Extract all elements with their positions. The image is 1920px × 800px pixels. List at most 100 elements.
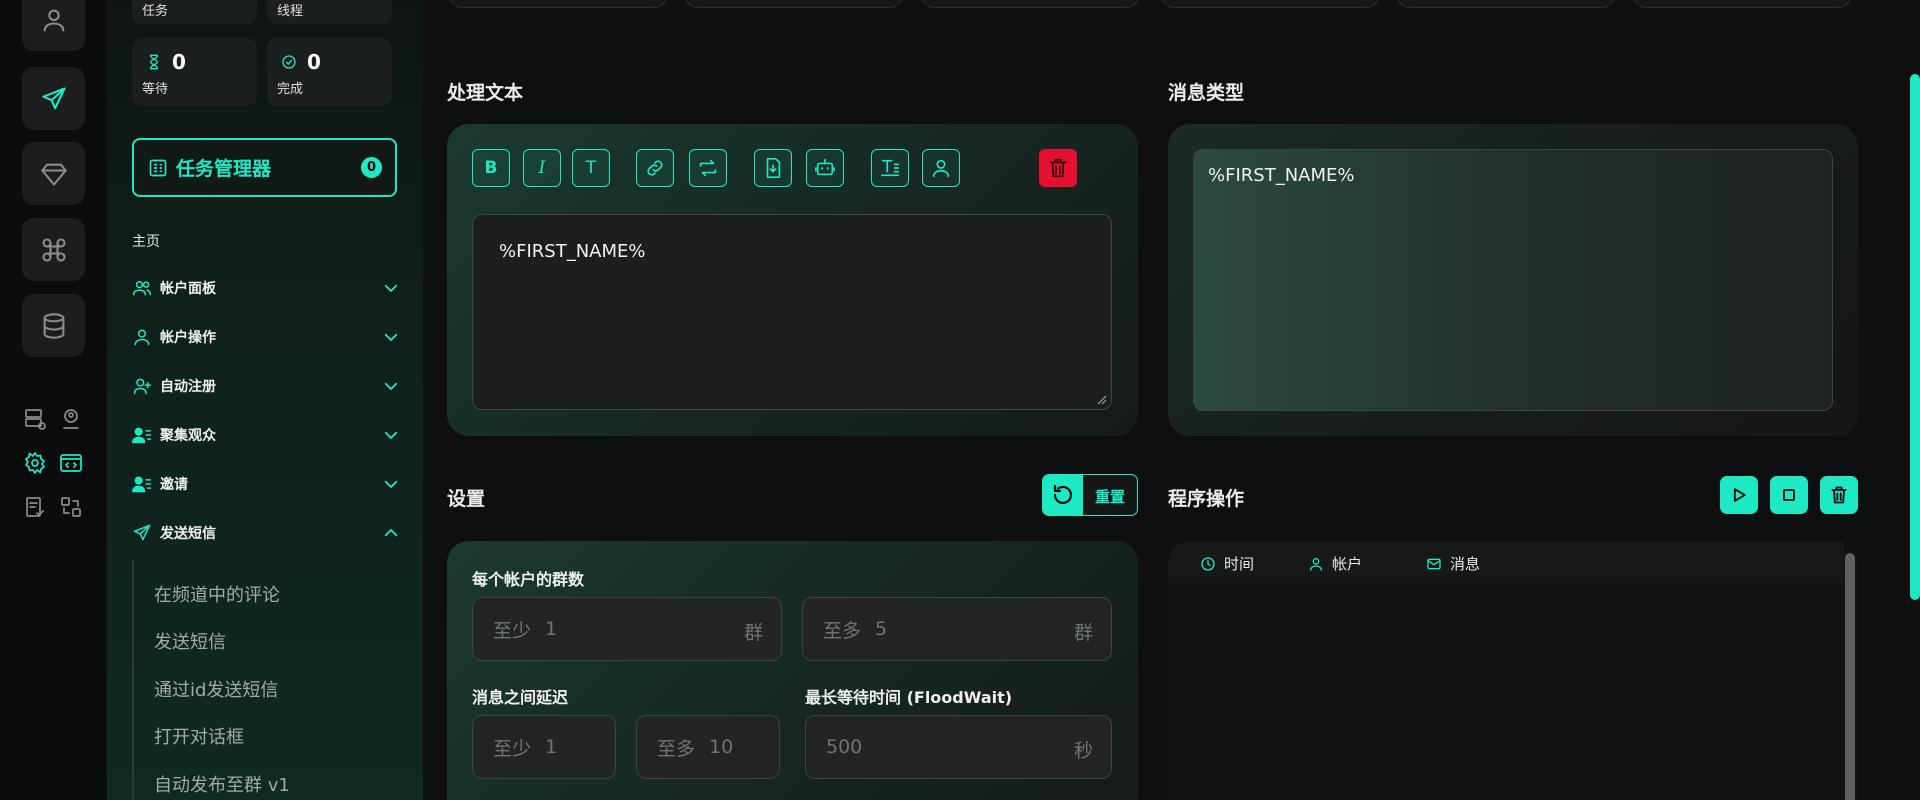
swap-icon bbox=[61, 497, 81, 517]
file-check-button[interactable] bbox=[22, 494, 48, 520]
stop-button[interactable] bbox=[1770, 476, 1808, 514]
task-manager-button[interactable]: 任务管理器 0 bbox=[132, 138, 397, 197]
clear-log-button[interactable] bbox=[1820, 476, 1858, 514]
message-type-title: 消息类型 bbox=[1168, 82, 1245, 104]
text-format-icon bbox=[880, 159, 900, 177]
groups-min-input[interactable]: 至少 1 群 bbox=[472, 597, 782, 661]
log-table-header: 时间 帐户 消息 bbox=[1168, 541, 1844, 583]
preview-content: %FIRST_NAME% bbox=[1208, 165, 1355, 186]
submenu-item[interactable]: 打开对话框 bbox=[154, 723, 244, 749]
reset-button[interactable]: 重置 bbox=[1042, 474, 1138, 516]
chevron-down-icon bbox=[384, 431, 398, 439]
delay-max-input[interactable]: 至多 10 bbox=[636, 715, 780, 779]
nav-item-label: 帐户面板 bbox=[160, 281, 216, 297]
nav-item-label: 聚集观众 bbox=[160, 428, 216, 444]
delay-label: 消息之间延迟 bbox=[472, 688, 569, 707]
chevron-up-icon bbox=[384, 529, 398, 537]
trash-icon bbox=[1831, 486, 1847, 504]
settings-button[interactable] bbox=[22, 450, 48, 476]
reset-label: 重置 bbox=[1095, 488, 1126, 506]
hourglass-icon bbox=[149, 54, 159, 70]
input-prefix: 至少 bbox=[493, 737, 532, 760]
column-message[interactable]: 消息 bbox=[1426, 553, 1480, 574]
input-value: 1 bbox=[545, 618, 558, 640]
stop-icon bbox=[1783, 489, 1795, 501]
page-scrollbar[interactable] bbox=[1910, 74, 1920, 600]
diamond-nav-button[interactable] bbox=[22, 142, 85, 205]
gear-icon bbox=[25, 452, 45, 474]
nav-item-account-panel[interactable]: 帐户面板 bbox=[132, 275, 400, 301]
nav-item-gather-audience[interactable]: 聚集观众 bbox=[132, 422, 400, 448]
italic-button[interactable]: I bbox=[523, 149, 561, 187]
message-text-editor[interactable]: %FIRST_NAME% bbox=[472, 214, 1112, 410]
database-nav-button[interactable] bbox=[22, 294, 85, 357]
groups-max-input[interactable]: 至多 5 群 bbox=[802, 597, 1112, 661]
nav-item-account-ops[interactable]: 帐户操作 bbox=[132, 324, 400, 350]
column-label: 帐户 bbox=[1332, 555, 1363, 573]
text-format-button[interactable] bbox=[871, 149, 909, 187]
stat-label: 任务 bbox=[142, 4, 169, 19]
nav-item-send-sms[interactable]: 发送短信 bbox=[132, 520, 400, 546]
stat-label: 完成 bbox=[277, 82, 304, 97]
send-icon bbox=[133, 524, 151, 541]
column-account[interactable]: 帐户 bbox=[1308, 553, 1362, 574]
input-suffix: 群 bbox=[1073, 622, 1093, 644]
database-icon bbox=[43, 312, 64, 339]
send-nav-button[interactable] bbox=[22, 67, 85, 130]
column-label: 时间 bbox=[1224, 555, 1255, 573]
log-table: 时间 帐户 消息 bbox=[1168, 541, 1858, 800]
column-time[interactable]: 时间 bbox=[1200, 553, 1254, 574]
input-value: 1 bbox=[545, 736, 558, 758]
stat-threads: 线程 bbox=[267, 0, 392, 24]
command-nav-button[interactable] bbox=[22, 218, 85, 281]
stat-done: 0 完成 bbox=[267, 38, 392, 106]
reset-icon bbox=[1053, 484, 1073, 504]
mail-icon bbox=[1427, 558, 1441, 569]
stat-label: 等待 bbox=[142, 82, 169, 97]
submenu-item[interactable]: 在频道中的评论 bbox=[154, 581, 280, 607]
nav-item-label: 邀请 bbox=[160, 477, 188, 493]
link-button[interactable] bbox=[636, 149, 674, 187]
swap-button[interactable] bbox=[58, 494, 84, 520]
insert-file-button[interactable] bbox=[754, 149, 792, 187]
server-check-button[interactable] bbox=[22, 406, 48, 432]
text-button[interactable]: T bbox=[572, 149, 610, 187]
nav-item-invite[interactable]: 邀请 bbox=[132, 471, 400, 497]
floodwait-input[interactable]: 500 秒 bbox=[805, 715, 1112, 779]
user-circle-button[interactable] bbox=[58, 406, 84, 432]
play-icon bbox=[1733, 488, 1746, 502]
submenu-item[interactable]: 通过id发送短信 bbox=[154, 676, 278, 702]
trash-icon bbox=[1049, 158, 1067, 178]
bold-button[interactable]: B bbox=[472, 149, 510, 187]
resize-grip-icon[interactable] bbox=[1097, 395, 1107, 405]
input-prefix: 至少 bbox=[493, 619, 532, 642]
floodwait-label: 最长等待时间 (FloodWait) bbox=[805, 688, 1013, 707]
code-window-icon bbox=[60, 454, 82, 472]
code-window-button[interactable] bbox=[58, 450, 84, 476]
chevron-down-icon bbox=[384, 382, 398, 390]
user-icon bbox=[43, 9, 64, 32]
process-text-title: 处理文本 bbox=[447, 82, 524, 104]
check-circle-icon bbox=[282, 55, 296, 69]
chevron-down-icon bbox=[384, 333, 398, 341]
input-suffix: 秒 bbox=[1073, 740, 1093, 762]
delay-min-input[interactable]: 至少 1 bbox=[472, 715, 616, 779]
profile-nav-button[interactable] bbox=[22, 0, 85, 51]
bot-button[interactable] bbox=[806, 149, 844, 187]
play-button[interactable] bbox=[1720, 476, 1758, 514]
nav-home-label[interactable]: 主页 bbox=[132, 231, 160, 251]
user-icon bbox=[134, 329, 150, 346]
stat-waiting: 0 等待 bbox=[132, 38, 257, 106]
log-scrollbar[interactable] bbox=[1845, 553, 1855, 800]
repeat-button[interactable] bbox=[689, 149, 727, 187]
stat-label: 线程 bbox=[277, 4, 304, 19]
submenu-item[interactable]: 自动发布至群 v1 bbox=[154, 771, 290, 797]
input-prefix: 至多 bbox=[823, 619, 862, 642]
icon-rail bbox=[0, 0, 106, 800]
input-value: 10 bbox=[709, 736, 734, 758]
nav-item-auto-register[interactable]: 自动注册 bbox=[132, 373, 400, 399]
delete-text-button[interactable] bbox=[1039, 149, 1077, 187]
submenu-item[interactable]: 发送短信 bbox=[154, 628, 226, 654]
mention-user-button[interactable] bbox=[922, 149, 960, 187]
input-suffix: 群 bbox=[743, 622, 763, 644]
